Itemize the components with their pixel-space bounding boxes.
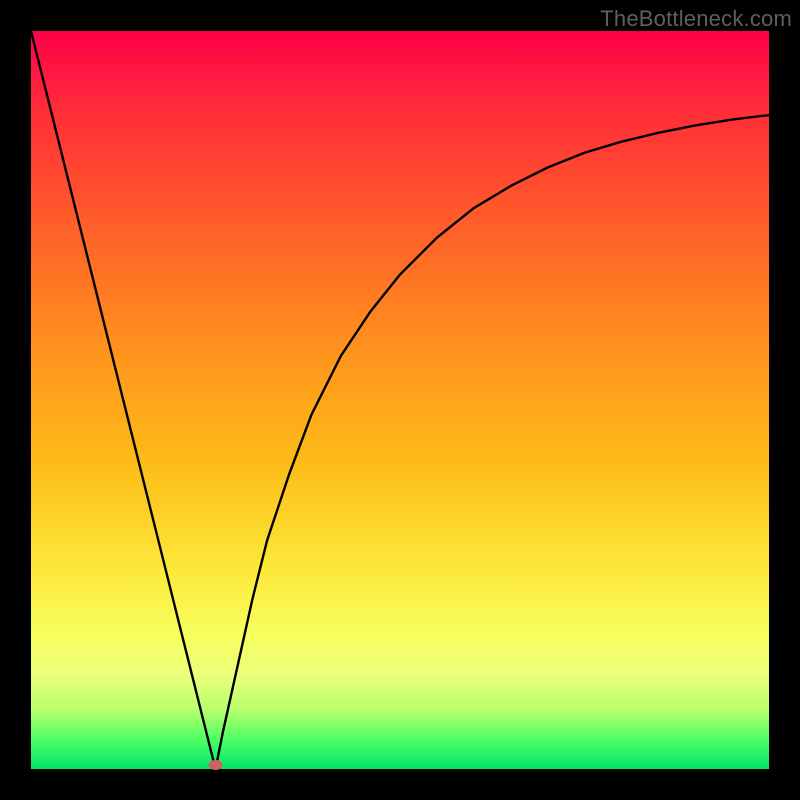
minimum-marker [209,760,223,770]
chart-frame: TheBottleneck.com [0,0,800,800]
bottleneck-curve [31,31,769,769]
plot-area [31,31,769,769]
watermark-text: TheBottleneck.com [600,6,792,32]
chart-svg [31,31,769,769]
